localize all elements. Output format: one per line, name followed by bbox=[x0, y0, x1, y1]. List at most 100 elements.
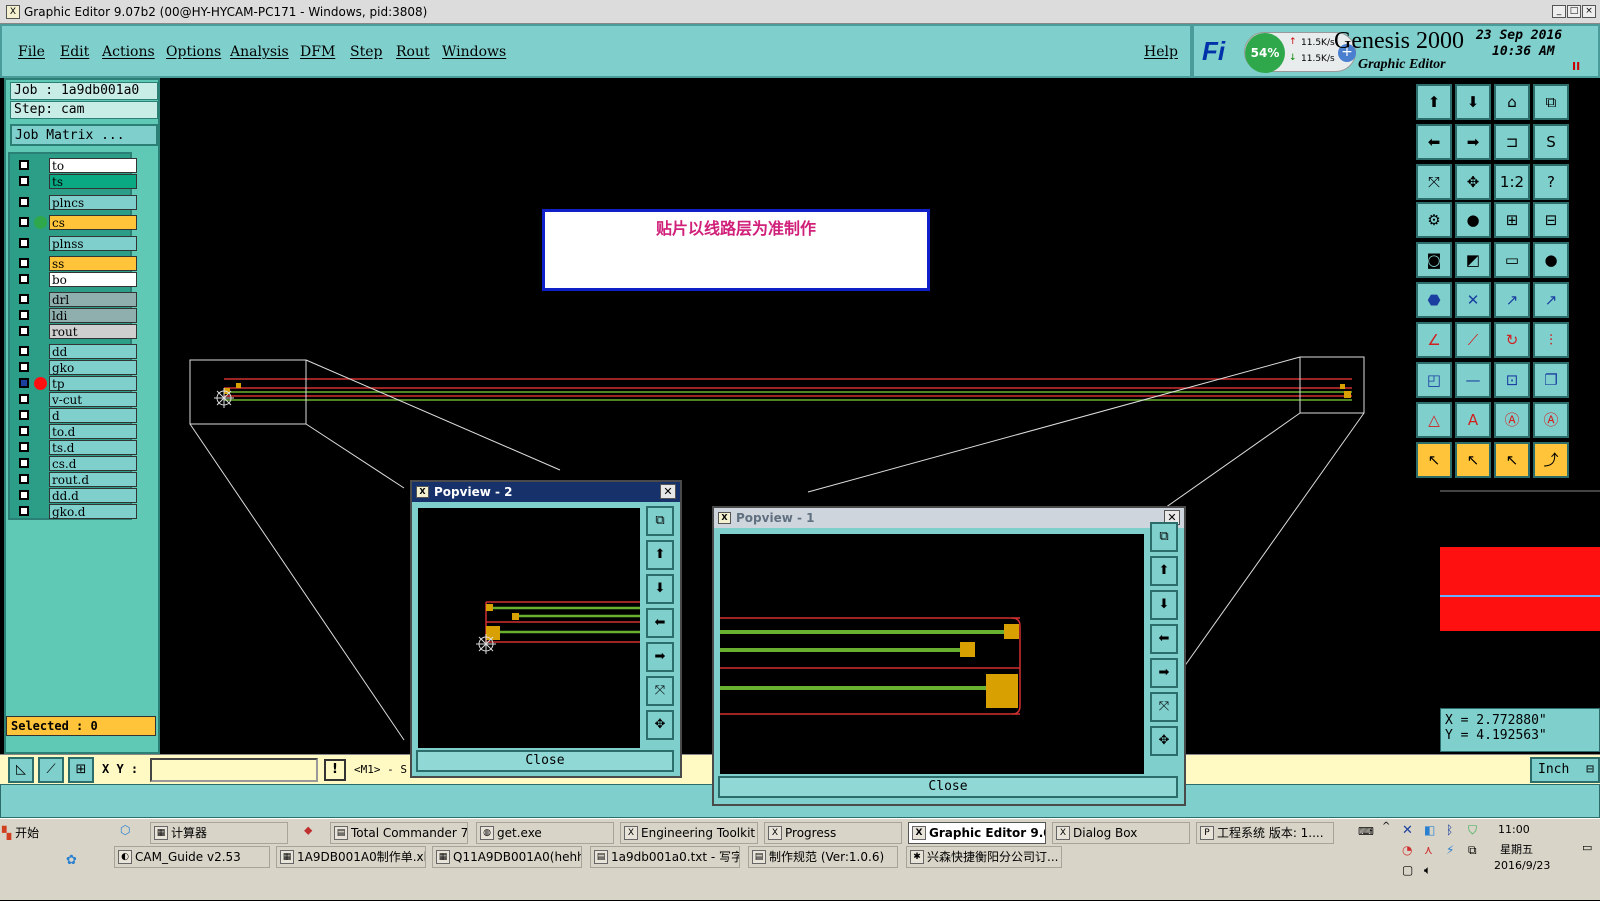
pan-left-icon[interactable]: ⬅ bbox=[646, 608, 674, 638]
pan-up-icon[interactable]: ⬆ bbox=[1150, 556, 1178, 586]
bluetooth-icon[interactable]: ᛒ bbox=[1446, 823, 1453, 837]
close-window-button[interactable]: × bbox=[1582, 5, 1596, 18]
menu-actions[interactable]: Actions bbox=[102, 44, 155, 60]
pan-down-icon[interactable]: ⬇ bbox=[1150, 590, 1178, 620]
pause-icon[interactable]: II bbox=[1572, 60, 1580, 73]
layer-name[interactable]: drl bbox=[49, 292, 137, 307]
menu-windows[interactable]: Windows bbox=[442, 44, 506, 60]
layer-row-bo[interactable]: bo bbox=[16, 272, 138, 287]
layer-row-dd[interactable]: dd bbox=[16, 344, 138, 359]
layer-checkbox[interactable] bbox=[19, 310, 29, 320]
pan-down-icon[interactable]: ⬇ bbox=[646, 574, 674, 604]
pan-right-icon[interactable]: ➡ bbox=[646, 642, 674, 672]
zoom-window-icon[interactable]: ⧉ bbox=[1150, 522, 1178, 552]
zoom-in-icon[interactable]: ✥ bbox=[1150, 726, 1178, 756]
layer-row-to[interactable]: to bbox=[16, 158, 138, 173]
layer-checkbox[interactable] bbox=[19, 197, 29, 207]
maximize-button[interactable]: □ bbox=[1567, 5, 1581, 18]
copy-icon[interactable]: ↗ bbox=[1533, 282, 1569, 318]
layer-name[interactable]: plnss bbox=[49, 236, 137, 251]
snap-settings-icon[interactable]: ⚙ bbox=[1416, 202, 1452, 238]
layer-checkbox[interactable] bbox=[19, 274, 29, 284]
layer-checkbox[interactable] bbox=[19, 490, 29, 500]
keyboard-icon[interactable]: ⌨ bbox=[1358, 825, 1374, 838]
text-a-icon[interactable]: A bbox=[1455, 402, 1491, 438]
connect-icon[interactable]: ⬣ bbox=[1416, 282, 1452, 318]
layer-name[interactable]: tp bbox=[49, 376, 137, 391]
layer-row-ldi[interactable]: ldi bbox=[16, 308, 138, 323]
menu-help[interactable]: Help bbox=[1144, 44, 1178, 60]
slash-icon[interactable]: ⟋ bbox=[1455, 322, 1491, 358]
text-a-alt-icon[interactable]: Ⓐ bbox=[1533, 402, 1569, 438]
layer-row-ts[interactable]: ts bbox=[16, 174, 138, 189]
layer-checkbox[interactable] bbox=[19, 394, 29, 404]
quick-launch-icon[interactable]: ⬡ bbox=[120, 823, 136, 839]
pan-down-icon[interactable]: ⬇ bbox=[1455, 84, 1491, 120]
pan-right-icon[interactable]: ➡ bbox=[1455, 124, 1491, 160]
layer-row-drl[interactable]: drl bbox=[16, 292, 138, 307]
layer-name[interactable]: ldi bbox=[49, 308, 137, 323]
zoom-window-icon[interactable]: ⧉ bbox=[646, 506, 674, 536]
taskbar-item-excel-2[interactable]: ▦Q11A9DB001A0(hehh)2... bbox=[432, 846, 582, 868]
pointer-select-icon[interactable]: ↖ bbox=[1455, 442, 1491, 478]
shield-icon[interactable]: ⛉ bbox=[1468, 823, 1477, 838]
layer-name[interactable]: to.d bbox=[49, 424, 137, 439]
layer-checkbox[interactable] bbox=[19, 442, 29, 452]
menu-edit[interactable]: Edit bbox=[60, 44, 89, 60]
layer-name[interactable]: dd bbox=[49, 344, 137, 359]
layer-name[interactable]: v-cut bbox=[49, 392, 137, 407]
quick-launch-icon[interactable]: ✿ bbox=[66, 853, 82, 869]
layer-name[interactable]: ts.d bbox=[49, 440, 137, 455]
layer-name[interactable]: rout.d bbox=[49, 472, 137, 487]
layer-checkbox[interactable] bbox=[19, 217, 29, 227]
taskbar-item-graphic-editor[interactable]: XGraphic Editor 9.07... bbox=[908, 822, 1046, 844]
layer-name[interactable]: cs bbox=[49, 215, 137, 230]
tray-app-icon[interactable]: ◧ bbox=[1424, 823, 1435, 837]
select-box-icon[interactable]: ◩ bbox=[1455, 242, 1491, 278]
layer-row-d[interactable]: d bbox=[16, 408, 138, 423]
line-icon[interactable]: ∠ bbox=[1416, 322, 1452, 358]
clock-time[interactable]: 11:00 bbox=[1498, 823, 1530, 836]
clock-date[interactable]: 2016/9/23 bbox=[1494, 859, 1550, 872]
pan-up-icon[interactable]: ⬆ bbox=[1416, 84, 1452, 120]
net-icon[interactable]: ⊞ bbox=[1494, 202, 1530, 238]
help-icon[interactable]: ? bbox=[1533, 164, 1569, 200]
layer-checkbox[interactable] bbox=[19, 474, 29, 484]
layer-name[interactable]: plncs bbox=[49, 195, 137, 210]
popview-1-canvas[interactable] bbox=[720, 534, 1144, 774]
grid-icon[interactable]: ⊞ bbox=[68, 757, 94, 783]
move-icon[interactable]: ↗ bbox=[1494, 282, 1530, 318]
text-a-outline-icon[interactable]: Ⓐ bbox=[1494, 402, 1530, 438]
tray-app-icon[interactable]: ⚡ bbox=[1446, 843, 1454, 857]
layer-checkbox[interactable] bbox=[19, 176, 29, 186]
pan-right-icon[interactable]: ➡ bbox=[1150, 658, 1178, 688]
taskbar-item-engineering-toolkit[interactable]: XEngineering Toolkit 9.... bbox=[620, 822, 758, 844]
taskbar-item-order[interactable]: ✱ 兴森快捷衡阳分公司订... bbox=[906, 846, 1062, 868]
pad-icon[interactable]: ◙ bbox=[1416, 242, 1452, 278]
ruler-icon[interactable]: ▭ bbox=[1494, 242, 1530, 278]
pan-left-icon[interactable]: ⬅ bbox=[1150, 624, 1178, 654]
layer-name[interactable]: gko.d bbox=[49, 504, 137, 519]
tray-expand-icon[interactable]: ^ bbox=[1382, 821, 1390, 832]
layer-name[interactable]: bo bbox=[49, 272, 137, 287]
zoom-area-icon[interactable]: ⧉ bbox=[1533, 84, 1569, 120]
layer-checkbox[interactable] bbox=[19, 160, 29, 170]
resize-icon[interactable]: ⊡ bbox=[1494, 362, 1530, 398]
home-icon[interactable]: ⌂ bbox=[1494, 84, 1530, 120]
menu-options[interactable]: Options bbox=[166, 44, 221, 60]
add-pad-icon[interactable]: ◰ bbox=[1416, 362, 1452, 398]
taskbar-item-engineering-system[interactable]: P 工程系统 版本: 1.... bbox=[1196, 822, 1334, 844]
menu-dfm[interactable]: DFM bbox=[300, 44, 335, 60]
show-desktop-icon[interactable]: ▭ bbox=[1582, 841, 1592, 854]
layer-row-plncs[interactable]: plncs bbox=[16, 195, 138, 210]
measure-icon[interactable]: ⟋ bbox=[38, 757, 64, 783]
layer-checkbox[interactable] bbox=[19, 258, 29, 268]
job-matrix-button[interactable]: Job Matrix ... bbox=[10, 124, 158, 146]
zoom-center-icon[interactable]: ✥ bbox=[1455, 164, 1491, 200]
layer-checkbox[interactable] bbox=[19, 426, 29, 436]
layers-icon[interactable]: ⊟ bbox=[1533, 202, 1569, 238]
taskbar-item-total-commander[interactable]: ▤Total Commander 7.0 ... bbox=[330, 822, 468, 844]
taskbar-item-get-exe[interactable]: ◍ get.exe bbox=[476, 822, 614, 844]
layer-row-gko.d[interactable]: gko.d bbox=[16, 504, 138, 519]
arc-icon[interactable]: ↻ bbox=[1494, 322, 1530, 358]
